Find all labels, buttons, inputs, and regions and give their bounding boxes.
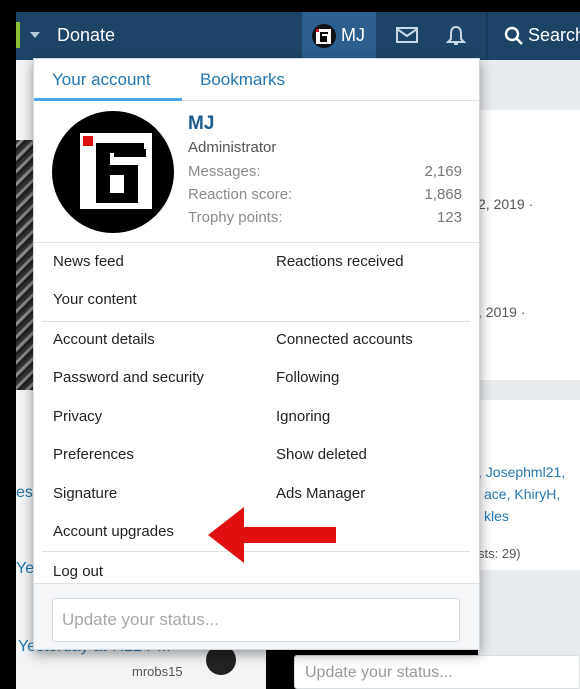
stat-value: 1,868 xyxy=(424,186,462,203)
background-member[interactable]: mrobs15 xyxy=(132,664,183,679)
tab-bookmarks[interactable]: Bookmarks xyxy=(200,70,285,90)
nav-donate-link[interactable]: Donate xyxy=(57,25,115,46)
background-member-names[interactable]: kles xyxy=(484,508,509,524)
profile-role: Administrator xyxy=(188,139,277,156)
menu-item-privacy[interactable]: Privacy xyxy=(53,408,102,425)
menu-item-log-out[interactable]: Log out xyxy=(53,563,103,580)
menu-item-preferences[interactable]: Preferences xyxy=(53,446,134,463)
nav-separator xyxy=(486,12,488,60)
background-card xyxy=(478,400,580,570)
user-avatar-mini xyxy=(312,24,336,48)
background-member-names[interactable]: , Josephml21, xyxy=(478,464,565,480)
background-guest-count: sts: 29) xyxy=(478,546,521,561)
chevron-down-icon[interactable] xyxy=(30,32,40,38)
nav-user-initials: MJ xyxy=(341,25,365,45)
status-input[interactable] xyxy=(52,598,460,642)
nav-search-link[interactable]: Search xyxy=(528,25,580,46)
profile-summary: MJ Administrator Messages: 2,169 Reactio… xyxy=(34,101,479,243)
menu-item-news-feed[interactable]: News feed xyxy=(53,253,124,270)
annotation-arrow-icon xyxy=(208,507,336,563)
search-icon[interactable] xyxy=(504,26,524,51)
background-status-placeholder: Update your status... xyxy=(305,664,453,681)
stat-label: Trophy points: xyxy=(188,209,283,226)
tab-your-account[interactable]: Your account xyxy=(52,70,151,90)
background-date: , 2019 · xyxy=(478,304,526,320)
menu-item-reactions-received[interactable]: Reactions received xyxy=(276,253,404,270)
menu-tabs: Your account Bookmarks xyxy=(34,59,479,101)
profile-username[interactable]: MJ xyxy=(188,113,214,135)
menu-item-ignoring[interactable]: Ignoring xyxy=(276,408,330,425)
menu-item-account-upgrades[interactable]: Account upgrades xyxy=(53,523,174,540)
menu-item-ads-manager[interactable]: Ads Manager xyxy=(276,485,365,502)
mail-icon[interactable] xyxy=(396,26,418,49)
background-fragment: Ye xyxy=(16,560,35,577)
stat-label: Reaction score: xyxy=(188,186,293,203)
background-member-names[interactable]: ace, KhiryH, xyxy=(484,486,560,502)
background-status-input[interactable]: Update your status... xyxy=(294,655,580,689)
stat-label: Messages: xyxy=(188,163,261,180)
background-fragment: es xyxy=(16,484,33,501)
status-update-box xyxy=(34,583,479,649)
background-image xyxy=(16,140,34,390)
nav-user-menu-button[interactable]: MJ xyxy=(302,12,376,60)
menu-item-show-deleted[interactable]: Show deleted xyxy=(276,446,367,463)
avatar[interactable] xyxy=(52,111,174,233)
menu-item-your-content[interactable]: Your content xyxy=(53,291,137,308)
menu-item-password-security[interactable]: Password and security xyxy=(53,369,204,386)
background-date: 2, 2019 · xyxy=(478,196,534,212)
nav-accent-bar xyxy=(16,22,20,48)
menu-item-following[interactable]: Following xyxy=(276,369,339,386)
top-navbar: Donate MJ Search xyxy=(16,12,580,60)
stat-value: 123 xyxy=(436,209,462,226)
stat-value: 2,169 xyxy=(424,163,462,180)
bell-icon[interactable] xyxy=(445,25,467,52)
menu-divider xyxy=(42,321,470,322)
menu-item-connected-accounts[interactable]: Connected accounts xyxy=(276,331,413,348)
background-card xyxy=(478,110,580,380)
menu-item-account-details[interactable]: Account details xyxy=(53,331,155,348)
menu-item-signature[interactable]: Signature xyxy=(53,485,117,502)
